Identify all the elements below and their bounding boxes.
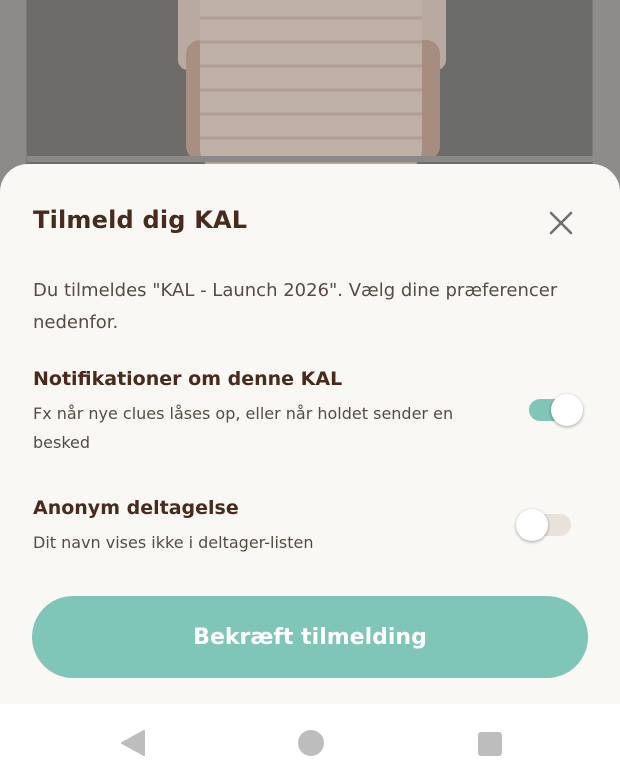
system-navigation-bar <box>0 704 620 781</box>
intro-text: Du tilmeldes "KAL - Launch 2026". Vælg d… <box>33 280 558 333</box>
recent-square-icon[interactable] <box>478 732 502 756</box>
sheet-title: Tilmeld dig KAL <box>33 206 248 234</box>
option-anonymous-description: Dit navn vises ikke i deltager-listen <box>33 533 314 552</box>
back-triangle-icon[interactable] <box>120 729 146 761</box>
option-notifications-description: Fx når nye clues låses op, eller når hol… <box>33 404 454 452</box>
photo-frame-edge <box>27 156 593 162</box>
option-notifications-title: Notifikationer om denne KAL <box>33 368 343 390</box>
toggle-knob <box>516 509 548 541</box>
toggle-knob <box>551 394 583 426</box>
home-circle-icon[interactable] <box>298 730 324 756</box>
notifications-toggle[interactable] <box>529 394 583 426</box>
close-button[interactable] <box>540 204 582 246</box>
confirm-signup-button[interactable]: Bekræft tilmelding <box>32 596 588 678</box>
anonymous-toggle[interactable] <box>516 509 571 541</box>
signup-bottom-sheet: Tilmeld dig KAL Du tilmeldes "KAL - Laun… <box>0 164 620 704</box>
option-anonymous-title: Anonym deltagelse <box>33 497 239 519</box>
close-icon <box>549 211 573 239</box>
photo-sweater <box>200 0 422 170</box>
